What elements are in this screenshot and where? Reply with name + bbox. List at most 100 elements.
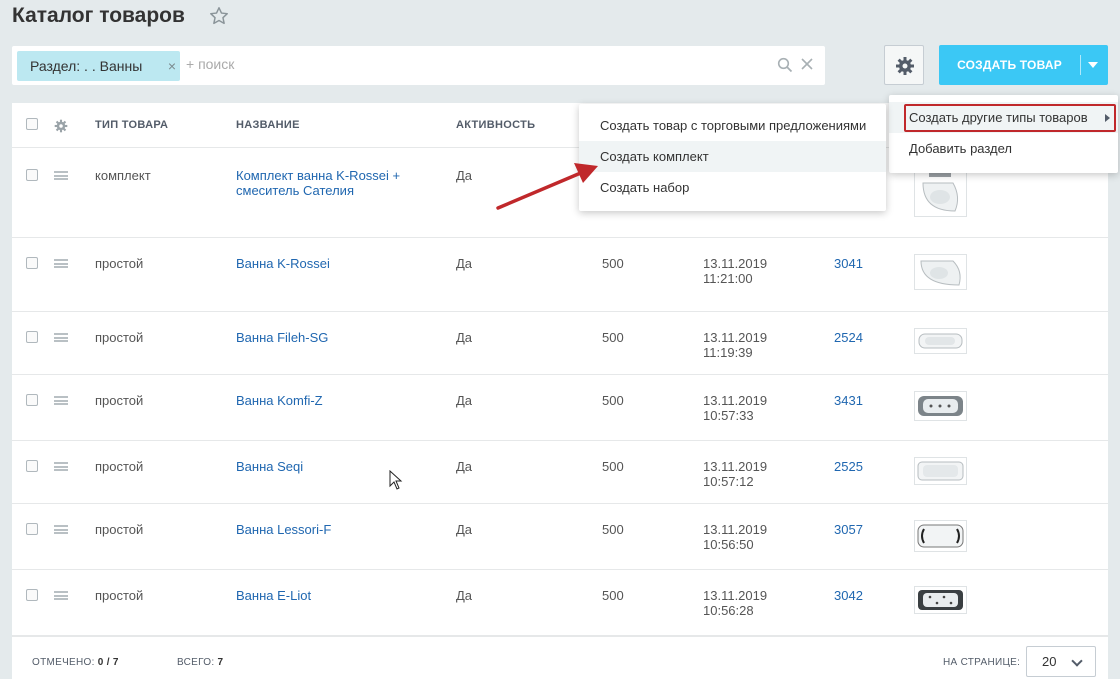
drag-handle-icon[interactable] bbox=[54, 462, 68, 471]
row-checkbox[interactable] bbox=[26, 169, 38, 181]
cell-active: Да bbox=[456, 459, 473, 474]
bathtub-image bbox=[918, 333, 963, 349]
cell-id-link[interactable]: 3041 bbox=[834, 256, 863, 271]
menu-item-create-with-offers[interactable]: Создать товар с торговыми предложениями bbox=[579, 110, 886, 141]
cell-type: простой bbox=[95, 393, 144, 408]
filter-chip-label: Раздел: . . Ванны bbox=[30, 58, 143, 74]
cell-id-link[interactable]: 3431 bbox=[834, 393, 863, 408]
table-row[interactable]: простой Ванна E-Liot Да 500 13.11.2019 1… bbox=[12, 570, 1108, 636]
per-page-select[interactable]: 20 bbox=[1026, 646, 1096, 677]
chip-close-icon[interactable]: × bbox=[168, 51, 176, 81]
row-checkbox[interactable] bbox=[26, 331, 38, 343]
gear-icon bbox=[896, 57, 914, 75]
filter-search-bar[interactable]: Раздел: . . Ванны × bbox=[12, 46, 825, 85]
product-thumbnail[interactable] bbox=[914, 457, 967, 485]
product-thumbnail[interactable] bbox=[914, 391, 967, 421]
menu-item-label: Добавить раздел bbox=[909, 141, 1013, 156]
cell-active: Да bbox=[456, 393, 473, 408]
search-input[interactable] bbox=[186, 56, 746, 72]
cell-type: простой bbox=[95, 330, 144, 345]
cell-type: простой bbox=[95, 522, 144, 537]
filter-chip[interactable]: Раздел: . . Ванны × bbox=[17, 51, 180, 81]
cell-date: 13.11.2019 bbox=[703, 459, 768, 474]
cell-name-link[interactable]: Ванна K-Rossei bbox=[236, 256, 330, 271]
table-row[interactable]: простой Ванна Fileh-SG Да 500 13.11.2019… bbox=[12, 312, 1108, 375]
menu-item-create-bundle[interactable]: Создать набор bbox=[579, 172, 886, 203]
menu-item-label: Создать набор bbox=[600, 180, 690, 195]
table-row[interactable]: простой Ванна K-Rossei Да 500 13.11.2019… bbox=[12, 238, 1108, 312]
settings-button[interactable] bbox=[884, 45, 924, 85]
cell-date: 13.11.2019 bbox=[703, 330, 768, 345]
mouse-cursor-icon bbox=[389, 470, 403, 490]
cell-active: Да bbox=[456, 256, 473, 271]
bathtub-image bbox=[917, 461, 964, 481]
create-product-button[interactable]: СОЗДАТЬ ТОВАР bbox=[939, 45, 1108, 85]
highlight-box bbox=[904, 104, 1116, 132]
row-checkbox[interactable] bbox=[26, 460, 38, 472]
search-icon[interactable] bbox=[777, 57, 793, 73]
cell-price: 500 bbox=[602, 522, 624, 537]
table-row[interactable]: простой Ванна Seqi Да 500 13.11.2019 10:… bbox=[12, 441, 1108, 504]
cell-active: Да bbox=[456, 522, 473, 537]
product-thumbnail[interactable] bbox=[914, 170, 967, 217]
drag-handle-icon[interactable] bbox=[54, 259, 68, 268]
cell-time: 10:57:12 bbox=[703, 474, 754, 489]
drag-handle-icon[interactable] bbox=[54, 396, 68, 405]
chevron-down-icon[interactable] bbox=[1088, 62, 1098, 68]
selected-value: 0 / 7 bbox=[97, 657, 119, 668]
bathtub-image bbox=[917, 524, 964, 548]
cell-id-link[interactable]: 2524 bbox=[834, 330, 863, 345]
row-checkbox[interactable] bbox=[26, 257, 38, 269]
button-divider bbox=[1080, 55, 1081, 75]
menu-item-create-set[interactable]: Создать комплект bbox=[579, 141, 886, 172]
column-settings-gear-icon[interactable] bbox=[54, 119, 68, 133]
drag-handle-icon[interactable] bbox=[54, 333, 68, 342]
cell-id-link[interactable]: 3057 bbox=[834, 522, 863, 537]
cell-name-link[interactable]: Ванна Lessori-F bbox=[236, 522, 331, 537]
menu-item-label: Создать комплект bbox=[600, 149, 709, 164]
cell-time: 10:56:50 bbox=[703, 537, 754, 552]
menu-item-add-section[interactable]: Добавить раздел bbox=[889, 133, 1118, 164]
create-product-label: СОЗДАТЬ ТОВАР bbox=[957, 58, 1062, 72]
menu-item-label: Создать товар с торговыми предложениями bbox=[600, 118, 867, 133]
grid-footer: ОТМЕЧЕНО: 0 / 7 ВСЕГО: 7 НА СТРАНИЦЕ: 20 bbox=[12, 636, 1108, 679]
clear-icon[interactable] bbox=[800, 57, 814, 71]
cell-name-link[interactable]: Ванна Fileh-SG bbox=[236, 330, 328, 345]
cell-type: простой bbox=[95, 256, 144, 271]
cell-date: 13.11.2019 bbox=[703, 393, 768, 408]
table-row[interactable]: простой Ванна Lessori-F Да 500 13.11.201… bbox=[12, 504, 1108, 570]
cell-name-link[interactable]: Ванна Komfi-Z bbox=[236, 393, 323, 408]
product-thumbnail[interactable] bbox=[914, 586, 967, 614]
column-header-type[interactable]: ТИП ТОВАРА bbox=[95, 119, 168, 131]
column-header-active[interactable]: АКТИВНОСТЬ bbox=[456, 119, 535, 131]
cell-price: 500 bbox=[602, 459, 624, 474]
cell-name-link[interactable]: Ванна Seqi bbox=[236, 459, 303, 474]
cell-active: Да bbox=[456, 168, 473, 183]
cell-id-link[interactable]: 3042 bbox=[834, 588, 863, 603]
row-checkbox[interactable] bbox=[26, 523, 38, 535]
select-all-checkbox[interactable] bbox=[26, 118, 38, 130]
column-header-name[interactable]: НАЗВАНИЕ bbox=[236, 119, 300, 131]
cell-date: 13.11.2019 bbox=[703, 256, 768, 271]
drag-handle-icon[interactable] bbox=[54, 171, 68, 180]
drag-handle-icon[interactable] bbox=[54, 591, 68, 600]
product-thumbnail[interactable] bbox=[914, 328, 967, 354]
selected-label: ОТМЕЧЕНО: bbox=[32, 657, 95, 668]
table-row[interactable]: простой Ванна Komfi-Z Да 500 13.11.2019 … bbox=[12, 375, 1108, 441]
product-thumbnail[interactable] bbox=[914, 254, 967, 290]
cell-date: 13.11.2019 bbox=[703, 588, 768, 603]
bathtub-image bbox=[918, 590, 963, 610]
cell-date: 13.11.2019 bbox=[703, 522, 768, 537]
cell-price: 500 bbox=[602, 393, 624, 408]
cell-active: Да bbox=[456, 588, 473, 603]
row-checkbox[interactable] bbox=[26, 589, 38, 601]
star-icon[interactable] bbox=[208, 5, 230, 27]
drag-handle-icon[interactable] bbox=[54, 525, 68, 534]
cell-time: 11:19:39 bbox=[703, 345, 753, 360]
cell-name-link[interactable]: Ванна E-Liot bbox=[236, 588, 311, 603]
product-thumbnail[interactable] bbox=[914, 520, 967, 552]
cell-time: 10:56:28 bbox=[703, 603, 754, 618]
cell-name-link[interactable]: Комплект ванна K-Rossei + смеситель Сате… bbox=[236, 168, 426, 198]
cell-id-link[interactable]: 2525 bbox=[834, 459, 863, 474]
row-checkbox[interactable] bbox=[26, 394, 38, 406]
